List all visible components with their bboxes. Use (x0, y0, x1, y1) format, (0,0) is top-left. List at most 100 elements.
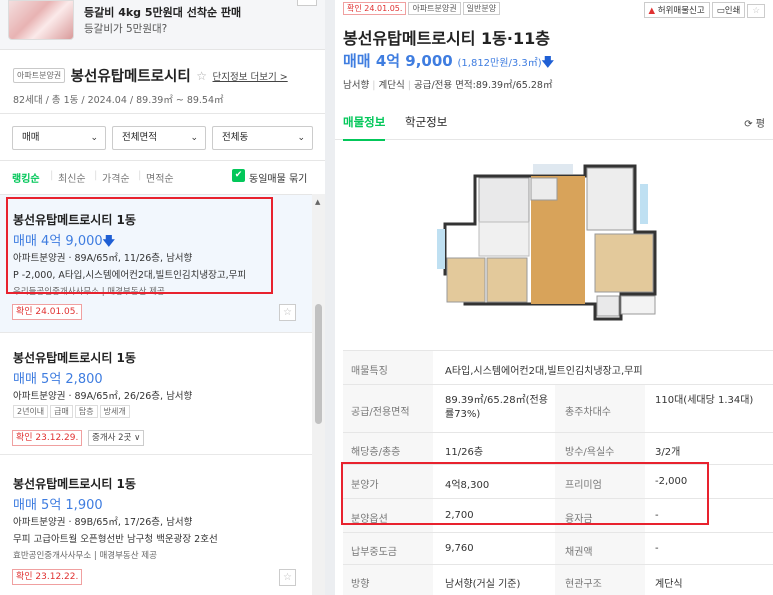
detail-title: 봉선유탑메트로시티 1동·11층 (343, 29, 550, 48)
row-value: 89.39㎡/65.28㎡(전용률73%) (445, 395, 548, 420)
listing-title: 봉선유탑메트로시티 1동 (13, 351, 136, 365)
table-row: 방향 남서향(거실 기준) 현관구조 계단식 (343, 565, 773, 595)
sort-area[interactable]: 면적순 (146, 170, 174, 185)
floor-plan-image[interactable] (435, 154, 671, 334)
table-row: 납부중도금 9,760 채권액 - (343, 533, 773, 565)
list-item[interactable]: 봉선유탑메트로시티 1동 매매 5억 2,800 아파트분양권 · 89A/65… (0, 333, 312, 455)
detail-panel: 확인 24.01.05. 아파트분양권 일반분양 ▲ 허위매물신고 ▭인쇄 ☆ 봉선유탑… (335, 0, 773, 595)
row-value-2: - (655, 543, 659, 554)
row-value: 남서향(거실 기준) (445, 579, 521, 590)
price-down-arrow-icon: 🡇 (541, 55, 554, 69)
tab-listing-info[interactable]: 매물정보 (343, 114, 386, 141)
listing-agent: 효반공인중개사사무소 | 매경부동산 제공 (13, 551, 157, 561)
chevron-down-icon: ⌄ (190, 133, 198, 143)
confirm-date-badge: 확인 23.12.29. (12, 430, 83, 446)
price-per-unit: (1,812만원/3.3㎡) (457, 58, 542, 69)
highlight-box (341, 462, 709, 525)
detail-tabs: 매물정보 학군정보 ⟳ 평 (335, 102, 773, 141)
listing-tags: 2년이내 급매 탑층 방세개 (13, 405, 132, 418)
scroll-thumb[interactable] (315, 304, 322, 424)
agent-count-button[interactable]: 중개사 2곳 ∨ (88, 430, 145, 446)
confirm-date-badge: 확인 23.12.22. (12, 569, 83, 585)
siren-icon: ▲ (648, 6, 656, 16)
tab-school-info[interactable]: 학군정보 (405, 114, 447, 130)
row-value: A타입,시스템에어컨2대,빌트인김치냉장고,무피 (445, 366, 643, 377)
sort-price[interactable]: 가격순 (102, 170, 130, 185)
sort-latest[interactable]: 최신순 (58, 170, 86, 185)
list-scrollbar[interactable]: ▲ (312, 194, 325, 595)
report-button[interactable]: ▲ 허위매물신고 (643, 2, 710, 18)
highlight-box (6, 197, 273, 294)
row-header: 납부중도금 (343, 533, 433, 564)
ad-thumbnail (8, 0, 74, 40)
listing-price: 매매 5억 2,800 (13, 372, 103, 387)
listing-price: 매매 5억 1,900 (13, 498, 103, 513)
tag-chip: 급매 (50, 405, 73, 418)
ad-title[interactable]: 등갈비 4kg 5만원대 선착순 판매 (84, 4, 241, 20)
panel-divider (325, 0, 335, 595)
confirm-date-badge: 확인 24.01.05. (12, 304, 83, 320)
listing-detail: 아파트분양권 · 89B/65㎡, 17/26층, 남서향 (13, 517, 193, 528)
row-header: 공급/전용면적 (343, 385, 433, 432)
row-header: 매물특징 (343, 351, 433, 384)
area-select[interactable]: 전체면적 ⌄ (112, 126, 206, 150)
ad-corner-tab (297, 0, 317, 6)
complex-info-link[interactable]: 단지정보 더보기 > (213, 69, 288, 83)
confirm-date-badge: 확인 24.01.05. (343, 2, 407, 15)
sale-type-badge: 일반분양 (462, 2, 501, 15)
sort-bar: 랭킹순 | 최신순 | 가격순 | 면적순 ✔ 동일매물 묶기 (12, 169, 308, 185)
complex-meta: 82세대 / 총 1동 / 2024.04 / 89.39㎡ ~ 89.54㎡ (13, 95, 224, 106)
ad-banner[interactable]: 등갈비 4kg 5만원대 선착순 판매 등갈비가 5만원대? (0, 0, 325, 50)
tag-chip: 2년이내 (13, 405, 49, 418)
row-value-2: 3/2개 (655, 447, 681, 458)
bookmark-star-icon[interactable]: ☆ (279, 304, 296, 321)
tag-chip: 방세개 (99, 405, 130, 418)
row-header: 해당층/총층 (343, 433, 433, 464)
print-icon: ▭ (716, 6, 725, 16)
bookmark-star-icon[interactable]: ☆ (747, 4, 765, 18)
complex-header: 아파트분양권 봉선유탑메트로시티 ☆ 단지정보 더보기 > 82세대 / 총 1… (0, 50, 325, 115)
chevron-down-icon: ⌄ (297, 133, 305, 143)
complex-title: 봉선유탑메트로시티 (70, 69, 191, 85)
ad-subtitle: 등갈비가 5만원대? (84, 23, 168, 35)
scroll-up-arrow-icon[interactable]: ▲ (315, 198, 320, 206)
filter-bar: 매매 ⌄ 전체면적 ⌄ 전체동 ⌄ (0, 113, 325, 161)
type-badge: 아파트분양권 (408, 2, 461, 15)
same-listing-label[interactable]: 동일매물 묶기 (249, 170, 307, 185)
same-listing-checkbox[interactable]: ✔ (232, 169, 245, 182)
row-header-2: 현관구조 (555, 565, 645, 595)
area-value: 전체면적 (122, 132, 157, 143)
unit-toggle-button[interactable]: ⟳ 평 (744, 115, 765, 130)
favorite-star-icon[interactable]: ☆ (196, 69, 207, 83)
row-header-2: 총주차대수 (555, 385, 645, 432)
complex-type-tag: 아파트분양권 (13, 68, 66, 83)
detail-price: 매매 4억 9,000 (1,812만원/3.3㎡)🡇 (343, 52, 554, 70)
building-select[interactable]: 전체동 ⌄ (212, 126, 313, 150)
row-value-2: 110대(세대당 1.34대) (655, 395, 754, 406)
row-header: 방향 (343, 565, 433, 595)
bookmark-star-icon[interactable]: ☆ (279, 569, 296, 586)
chevron-down-icon: ⌄ (90, 133, 98, 143)
trade-type-value: 매매 (22, 132, 40, 143)
row-header-2: 방수/욕실수 (555, 433, 645, 464)
sort-ranking[interactable]: 랭킹순 (12, 170, 40, 185)
print-button[interactable]: ▭인쇄 (711, 2, 746, 18)
listing-panel: 등갈비 4kg 5만원대 선착순 판매 등갈비가 5만원대? 아파트분양권 봉선… (0, 0, 325, 595)
building-value: 전체동 (222, 132, 249, 143)
row-header-2: 채권액 (555, 533, 645, 564)
detail-summary: 남서향 | 계단식 | 공급/전용 면적:89.39㎡/65.28㎡ (343, 80, 553, 91)
table-row: 해당층/총층 11/26층 방수/욕실수 3/2개 (343, 433, 773, 465)
table-row: 공급/전용면적 89.39㎡/65.28㎡(전용률73%) 총주차대수 110대… (343, 385, 773, 433)
trade-type-select[interactable]: 매매 ⌄ (12, 126, 106, 150)
row-value: 11/26층 (445, 447, 484, 458)
row-value-2: 계단식 (655, 579, 683, 590)
tag-chip: 탑층 (74, 405, 98, 418)
listing-title: 봉선유탑메트로시티 1동 (13, 477, 136, 491)
detail-actions: ▲ 허위매물신고 ▭인쇄 ☆ (642, 2, 765, 18)
list-item[interactable]: 봉선유탑메트로시티 1동 매매 5억 1,900 아파트분양권 · 89B/65… (0, 455, 312, 595)
detail-badges: 확인 24.01.05. 아파트분양권 일반분양 (343, 2, 502, 15)
table-row: 매물특징 A타입,시스템에어컨2대,빌트인김치냉장고,무피 (343, 351, 773, 385)
listing-desc: 무피 고급아트월 오픈형선반 남구청 백운광장 2호선 (13, 534, 218, 545)
row-value: 9,760 (445, 543, 474, 554)
listing-detail: 아파트분양권 · 89A/65㎡, 26/26층, 남서향 (13, 391, 193, 402)
